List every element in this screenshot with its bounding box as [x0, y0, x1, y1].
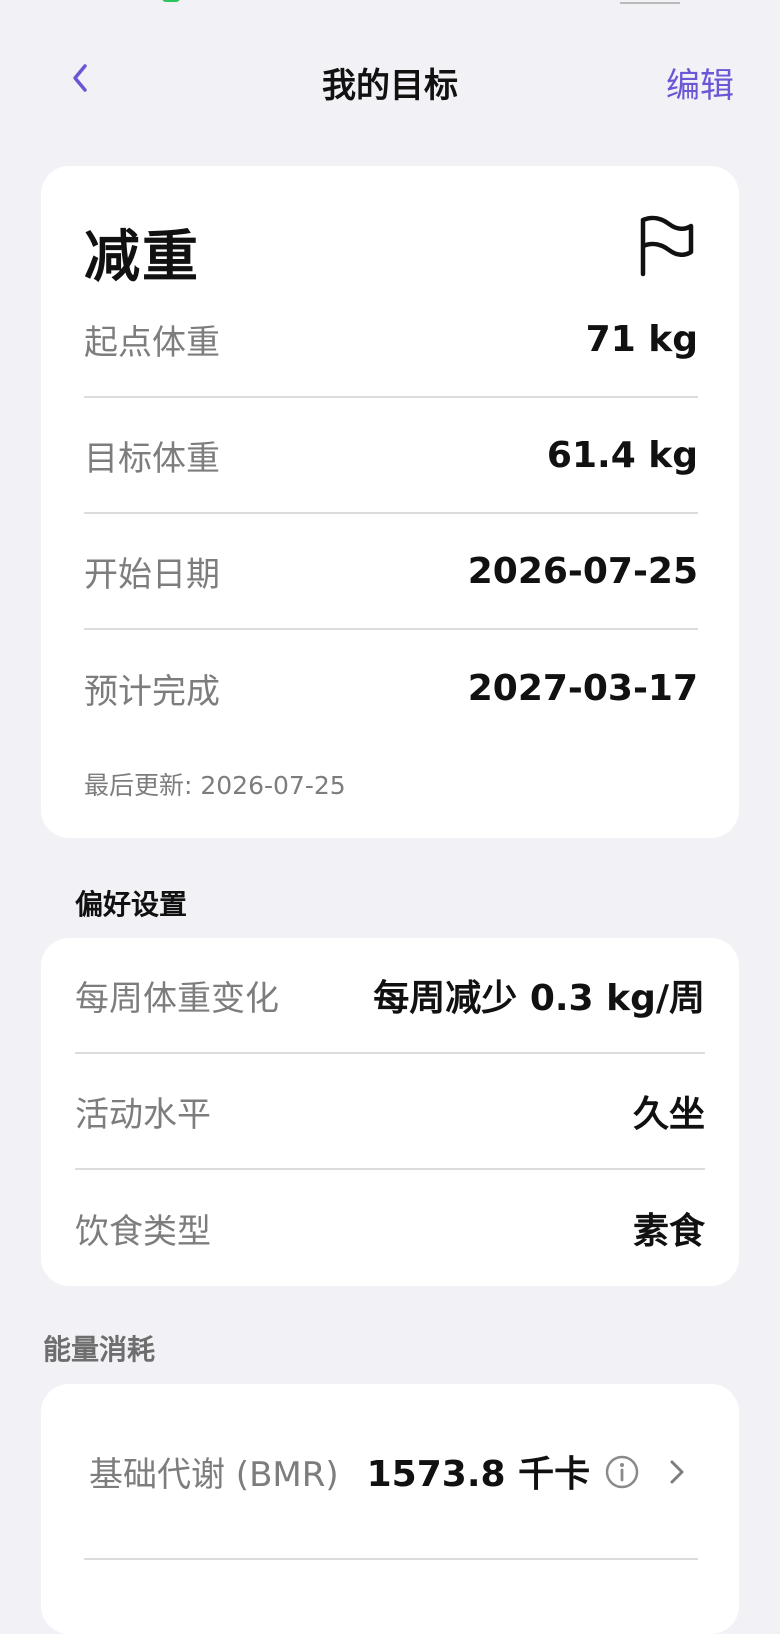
status-bar-right	[620, 0, 680, 4]
target-weight-row: 目标体重 61.4 kg	[84, 398, 698, 514]
goal-type-title: 减重	[84, 225, 200, 290]
energy-card: 基础代谢 (BMR) 1573.8 千卡	[41, 1384, 739, 1634]
diet-type-value: 素食	[632, 1211, 705, 1252]
status-indicator	[162, 0, 180, 2]
edit-button[interactable]: 编辑	[666, 58, 734, 107]
flag-icon	[640, 215, 694, 277]
goal-details-list: 起点体重 71 kg 目标体重 61.4 kg 开始日期 2026-07-25 …	[84, 282, 698, 746]
estimated-completion-value: 2027-03-17	[467, 667, 698, 709]
start-date-value: 2026-07-25	[467, 550, 698, 592]
last-updated-text: 最后更新: 2026-07-25	[84, 771, 346, 800]
diet-type-row[interactable]: 饮食类型 素食	[75, 1170, 705, 1286]
weekly-change-label: 每周体重变化	[75, 978, 279, 1019]
preferences-list: 每周体重变化 每周减少 0.3 kg/周 活动水平 久坐 饮食类型 素食	[75, 938, 705, 1286]
start-weight-label: 起点体重	[84, 322, 220, 363]
start-date-label: 开始日期	[84, 554, 220, 595]
activity-level-row[interactable]: 活动水平 久坐	[75, 1054, 705, 1170]
bmr-row[interactable]: 基础代谢 (BMR) 1573.8 千卡	[84, 1384, 698, 1560]
activity-level-label: 活动水平	[75, 1094, 211, 1135]
start-date-row: 开始日期 2026-07-25	[84, 514, 698, 630]
chevron-right-icon	[670, 1460, 684, 1484]
weekly-change-row[interactable]: 每周体重变化 每周减少 0.3 kg/周	[75, 938, 705, 1054]
info-icon[interactable]	[604, 1454, 640, 1490]
target-weight-label: 目标体重	[84, 438, 220, 479]
estimated-completion-label: 预计完成	[84, 671, 220, 712]
bmr-value: 1573.8 千卡	[366, 1454, 591, 1495]
estimated-completion-row: 预计完成 2027-03-17	[84, 630, 698, 746]
target-weight-value: 61.4 kg	[546, 434, 698, 476]
bmr-label: 基础代谢 (BMR)	[89, 1454, 339, 1495]
weekly-change-value: 每周减少 0.3 kg/周	[373, 978, 705, 1019]
activity-level-value: 久坐	[632, 1094, 705, 1135]
diet-type-label: 饮食类型	[75, 1211, 211, 1252]
nav-header: 我的目标 编辑	[0, 48, 780, 112]
goal-card: 减重 起点体重 71 kg 目标体重 61.4 kg 开始日期 2026-07-…	[41, 166, 739, 838]
start-weight-value: 71 kg	[585, 318, 698, 360]
energy-heading: 能量消耗	[43, 1333, 156, 1366]
start-weight-row: 起点体重 71 kg	[84, 282, 698, 398]
preferences-heading: 偏好设置	[75, 888, 188, 921]
preferences-card: 每周体重变化 每周减少 0.3 kg/周 活动水平 久坐 饮食类型 素食	[41, 938, 739, 1286]
page-title: 我的目标	[322, 66, 458, 106]
